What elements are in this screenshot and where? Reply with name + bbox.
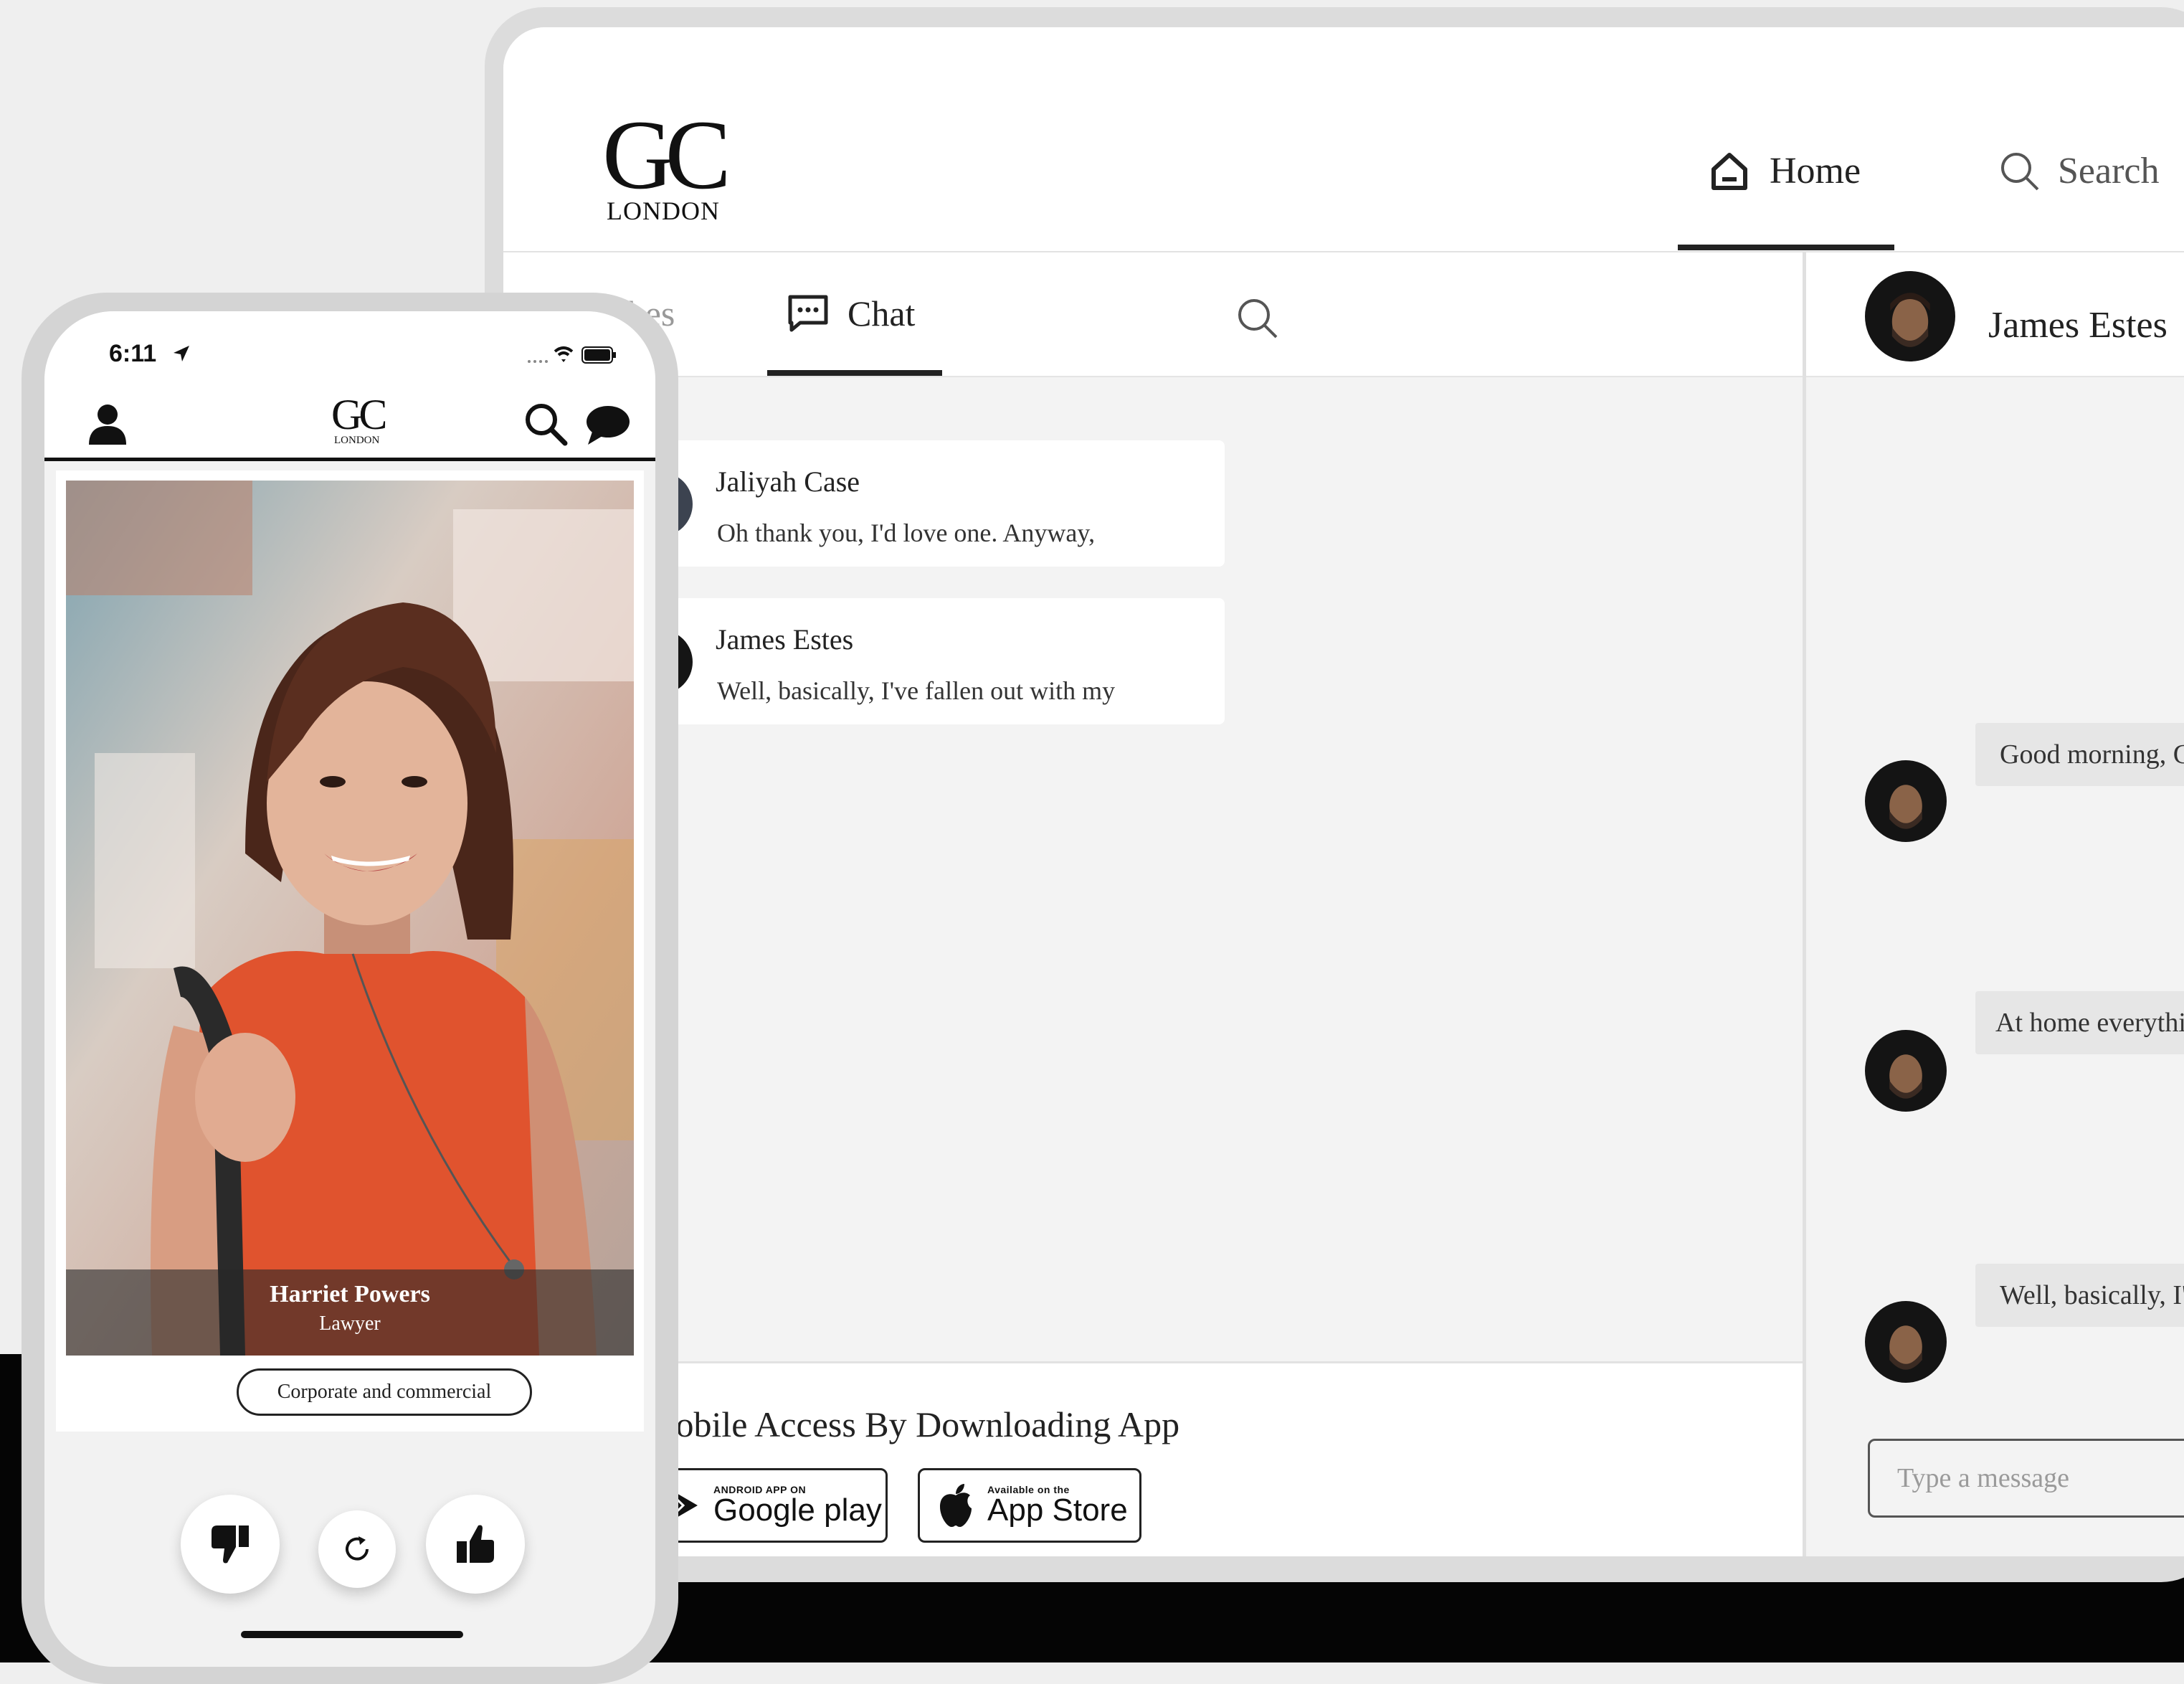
conversations-pane: Matches Chat [503,252,1806,1556]
mobile-app-screen: 6:11 GC LONDON Harriet Powers Lawyer Cor… [44,311,655,1667]
user-icon[interactable] [86,402,129,445]
dislike-button[interactable] [181,1495,280,1594]
profile-role: Lawyer [319,1312,381,1335]
conversation-tabs: Matches Chat [503,252,1803,377]
nav-home-active-indicator [1678,245,1894,250]
tablet-frame: GC LONDON Home Search Ma [485,7,2184,1582]
chat-contact-name: James Estes [1988,305,2168,346]
app-store-button[interactable]: Available on the App Store [918,1468,1141,1543]
home-icon [1711,153,1747,190]
profile-photo-image [66,481,634,1356]
message-bubble: Well, basically, I've fallen out with my… [1975,1264,2184,1327]
phone-frame: 6:11 GC LONDON Harriet Powers Lawyer Cor… [22,293,678,1684]
message-bubble: Good morning, Gary. [1975,723,2184,786]
google-play-label: Google play [713,1493,882,1528]
search-icon [2001,153,2039,191]
search-icon[interactable] [523,402,568,446]
profile-name: Harriet Powers [270,1281,430,1307]
download-app-title: Mobile Access By Downloading App [644,1404,1180,1444]
profile-card[interactable]: Harriet Powers Lawyer Corporate and comm… [56,470,644,1432]
practice-area-tag[interactable]: Corporate and commercial [237,1368,532,1416]
conversation-item[interactable]: Jaliyah Case Oh thank you, I'd love one.… [628,440,1225,567]
chat-pane: James Estes Good morning, Gary. At home … [1806,252,2184,1556]
refresh-icon [346,1536,369,1561]
conversation-name: James Estes [716,623,854,656]
avatar [1865,760,1947,842]
gc-logo[interactable]: GC [331,393,387,436]
status-bar: 6:11 [44,311,655,390]
top-navigation-bar: GC LONDON Home Search [503,27,2184,252]
mobile-top-bar: GC LONDON [44,390,655,461]
conversation-preview: Well, basically, I've fallen out with my [717,676,1116,705]
profile-photo: Harriet Powers Lawyer [66,481,634,1356]
download-app-section: Mobile Access By Downloading App ANDROID… [503,1361,1803,1556]
chat-icon [788,295,828,332]
conversation-preview: Oh thank you, I'd love one. Anyway, [717,519,1096,547]
nav-search-label: Search [2058,150,2160,191]
apple-icon [940,1484,972,1527]
message-bubble: At home everything's fine but in the off… [1975,991,2184,1054]
search-icon[interactable] [1235,295,1281,341]
like-button[interactable] [426,1495,525,1594]
location-arrow-icon [174,346,189,361]
thumbs-down-icon [212,1525,249,1564]
refresh-button[interactable] [318,1510,396,1588]
status-time: 6:11 [109,340,157,367]
home-indicator [241,1631,463,1638]
nav-search[interactable]: Search [1998,149,2159,192]
gc-logo-subtitle: LONDON [607,197,720,225]
avatar [1865,1301,1947,1383]
message-input[interactable] [1868,1439,2184,1518]
tab-chat[interactable]: Chat [787,293,915,334]
conversation-item[interactable]: James Estes Well, basically, I've fallen… [628,598,1225,724]
gc-logo-subtitle: LONDON [334,435,380,446]
chat-header: James Estes [1806,252,2184,377]
avatar [1865,1030,1947,1112]
profile-caption: Harriet Powers Lawyer [66,1269,634,1356]
gc-logo[interactable]: GC [602,105,731,204]
conversation-name: Jaliyah Case [716,465,860,498]
chat-bubble-icon[interactable] [585,403,631,446]
thumbs-up-icon [457,1525,494,1563]
tab-chat-active-indicator [767,370,942,376]
app-store-label: App Store [987,1493,1128,1528]
avatar[interactable] [1865,271,1955,361]
nav-home-label: Home [1770,150,1861,191]
tab-chat-label: Chat [848,293,916,334]
web-app-screen: GC LONDON Home Search Ma [503,27,2184,1556]
signal-wifi-battery-icons [528,346,616,364]
nav-home[interactable]: Home [1708,149,1861,192]
